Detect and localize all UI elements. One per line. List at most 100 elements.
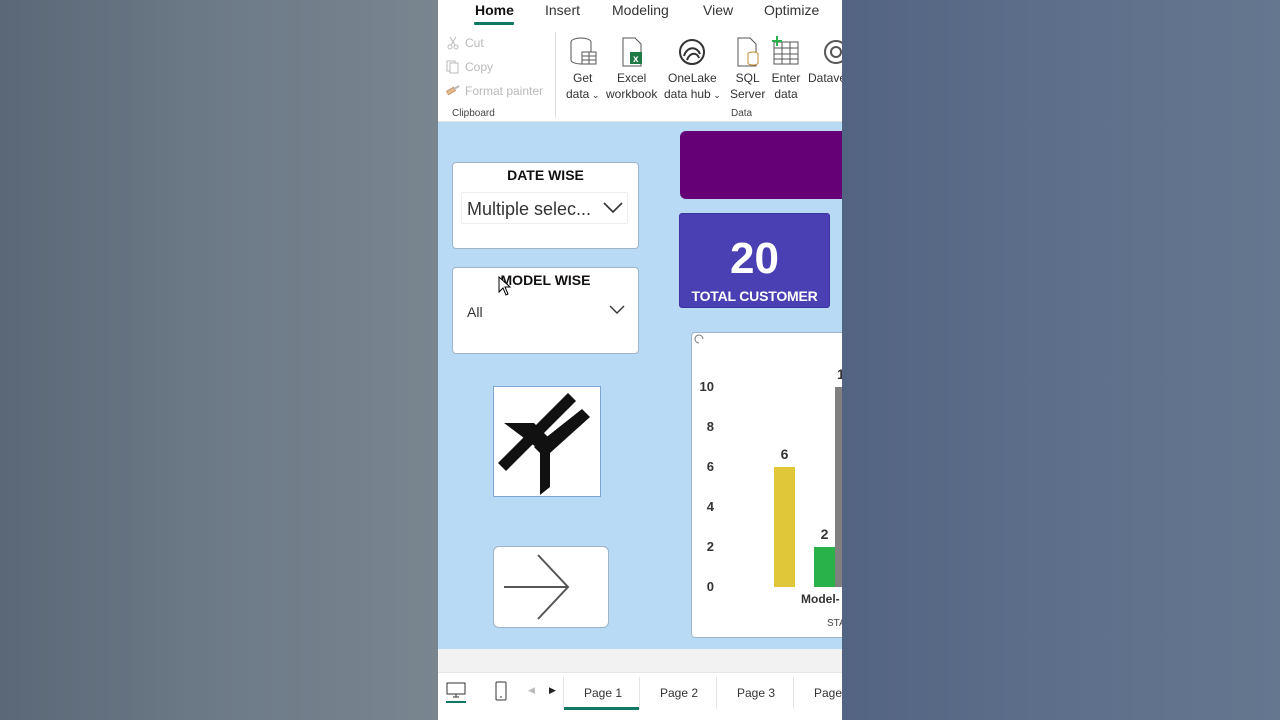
onelake-label-1: OneLake xyxy=(668,71,717,85)
kpi-label: TOTAL CUSTOMER xyxy=(691,288,818,304)
chevron-down-icon: ⌄ xyxy=(710,90,721,100)
onelake-icon xyxy=(679,39,706,65)
excel-label-2: workbook xyxy=(606,87,658,101)
report-canvas: DATE WISE Multiple selec... MODEL WISE A… xyxy=(438,122,842,649)
cut-label: Cut xyxy=(465,36,484,50)
chart-bar xyxy=(814,547,835,587)
desktop-view-icon[interactable] xyxy=(446,682,466,700)
tab-insert[interactable]: Insert xyxy=(545,2,580,18)
bar-chart-visual[interactable]: 0 2 4 6 8 10 6 2 1 Model- STA xyxy=(691,332,842,638)
enter-data-label-1: Enter xyxy=(771,71,801,85)
chevron-down-icon: ⌄ xyxy=(589,90,600,100)
y-tick-label: 8 xyxy=(707,419,714,434)
model-wise-slicer[interactable]: MODEL WISE All xyxy=(452,267,639,354)
page-tab-separator xyxy=(716,677,717,709)
sql-label-1: SQL xyxy=(735,71,760,85)
model-slicer-value: All xyxy=(467,304,483,320)
tab-modeling[interactable]: Modeling xyxy=(612,2,669,18)
chevron-down-icon xyxy=(603,202,623,214)
onelake-data-hub-button[interactable]: OneLake data hub ⌄ xyxy=(664,36,721,103)
format-painter-button[interactable]: Format painter xyxy=(446,84,543,98)
table-icon xyxy=(772,36,799,65)
chart-bar xyxy=(774,467,795,587)
date-wise-slicer[interactable]: DATE WISE Multiple selec... xyxy=(452,162,639,249)
paintbrush-icon xyxy=(446,85,460,96)
excel-label-1: Excel xyxy=(617,71,647,85)
svg-text:x: x xyxy=(633,54,639,65)
logo-icon xyxy=(498,393,590,495)
active-tab-indicator xyxy=(474,22,514,25)
data-label: 2 xyxy=(821,526,829,542)
navigation-button[interactable] xyxy=(493,546,609,628)
ribbon: Cut Copy Format painter Clipboard Get da… xyxy=(438,28,842,122)
arrow-right-icon xyxy=(504,554,570,620)
tab-view[interactable]: View xyxy=(703,2,733,18)
copy-icon xyxy=(446,60,459,74)
dataverse-icon xyxy=(824,40,842,64)
page-tab-separator xyxy=(793,677,794,709)
cut-button[interactable]: Cut xyxy=(446,36,484,50)
data-label: 6 xyxy=(781,446,789,462)
get-data-label-1: Get xyxy=(573,71,593,85)
enter-data-button[interactable]: Enter data xyxy=(771,36,801,102)
onelake-label-2: data hub xyxy=(664,87,711,101)
page-tab-3[interactable]: Page 3 xyxy=(737,686,775,700)
chart-bar xyxy=(835,387,842,587)
tab-home[interactable]: Home xyxy=(475,2,514,18)
clipboard-group-label: Clipboard xyxy=(452,108,495,119)
excel-workbook-button[interactable]: x Excel workbook xyxy=(606,36,657,102)
page-navigation-bar: ◀ ▶ Page 1 Page 2 Page 3 Page xyxy=(438,672,842,720)
logo-image xyxy=(493,386,601,497)
page-tab-separator xyxy=(639,677,640,709)
date-slicer-dropdown[interactable]: Multiple selec... xyxy=(461,192,628,224)
database-icon xyxy=(570,37,597,65)
y-tick-label: 4 xyxy=(707,499,715,514)
bar-chart: 0 2 4 6 8 10 6 2 1 Model- STA xyxy=(694,334,842,629)
next-page-icon[interactable]: ▶ xyxy=(549,685,556,696)
prev-page-icon[interactable]: ◀ xyxy=(528,685,535,696)
enter-data-label-2: data xyxy=(774,87,798,101)
title-banner xyxy=(680,131,842,199)
dataverse-label: Datave xyxy=(808,71,842,85)
y-tick-label: 6 xyxy=(707,459,714,474)
get-data-button[interactable]: Get data ⌄ xyxy=(566,36,599,103)
y-tick-label: 2 xyxy=(707,539,714,554)
dataverse-button[interactable]: Datave xyxy=(808,36,842,86)
total-customer-card: 20 TOTAL CUSTOMER xyxy=(679,213,830,308)
sql-server-button[interactable]: SQL Server xyxy=(730,36,765,102)
background-left xyxy=(0,0,438,720)
ribbon-tabs: Home Insert Modeling View Optimize xyxy=(438,0,842,28)
page-tab-separator xyxy=(563,677,564,709)
page-tab-2[interactable]: Page 2 xyxy=(660,686,698,700)
model-slicer-dropdown[interactable]: All xyxy=(461,294,628,326)
page-tab-4[interactable]: Page xyxy=(814,686,842,700)
y-tick-label: 0 xyxy=(707,579,714,594)
page-tab-1[interactable]: Page 1 xyxy=(584,686,622,700)
get-data-label-2: data xyxy=(566,87,590,101)
chevron-down-icon xyxy=(609,305,625,314)
sql-label-2: Server xyxy=(730,87,766,101)
canvas-footer xyxy=(438,649,842,672)
scissors-icon xyxy=(447,36,459,50)
x-axis-title: STA xyxy=(827,618,842,629)
active-page-indicator xyxy=(564,707,639,710)
loading-spinner-icon xyxy=(694,334,704,344)
background-right xyxy=(842,0,1280,720)
data-group-label: Data xyxy=(731,108,753,119)
ribbon-separator xyxy=(555,32,556,118)
sql-server-icon xyxy=(737,37,759,67)
data-label: 1 xyxy=(837,366,842,382)
copy-button[interactable]: Copy xyxy=(446,60,493,74)
kpi-value: 20 xyxy=(730,234,779,283)
tab-optimize[interactable]: Optimize xyxy=(764,2,819,18)
excel-icon: x xyxy=(622,37,642,67)
mouse-cursor-icon xyxy=(498,276,512,296)
x-tick-label: Model- xyxy=(801,592,840,606)
mobile-view-icon[interactable] xyxy=(495,681,507,701)
y-tick-label: 10 xyxy=(700,379,714,394)
date-slicer-title: DATE WISE xyxy=(507,167,584,183)
format-painter-label: Format painter xyxy=(465,84,544,98)
copy-label: Copy xyxy=(465,60,494,74)
model-slicer-title: MODEL WISE xyxy=(500,272,591,288)
view-indicator xyxy=(446,701,466,703)
